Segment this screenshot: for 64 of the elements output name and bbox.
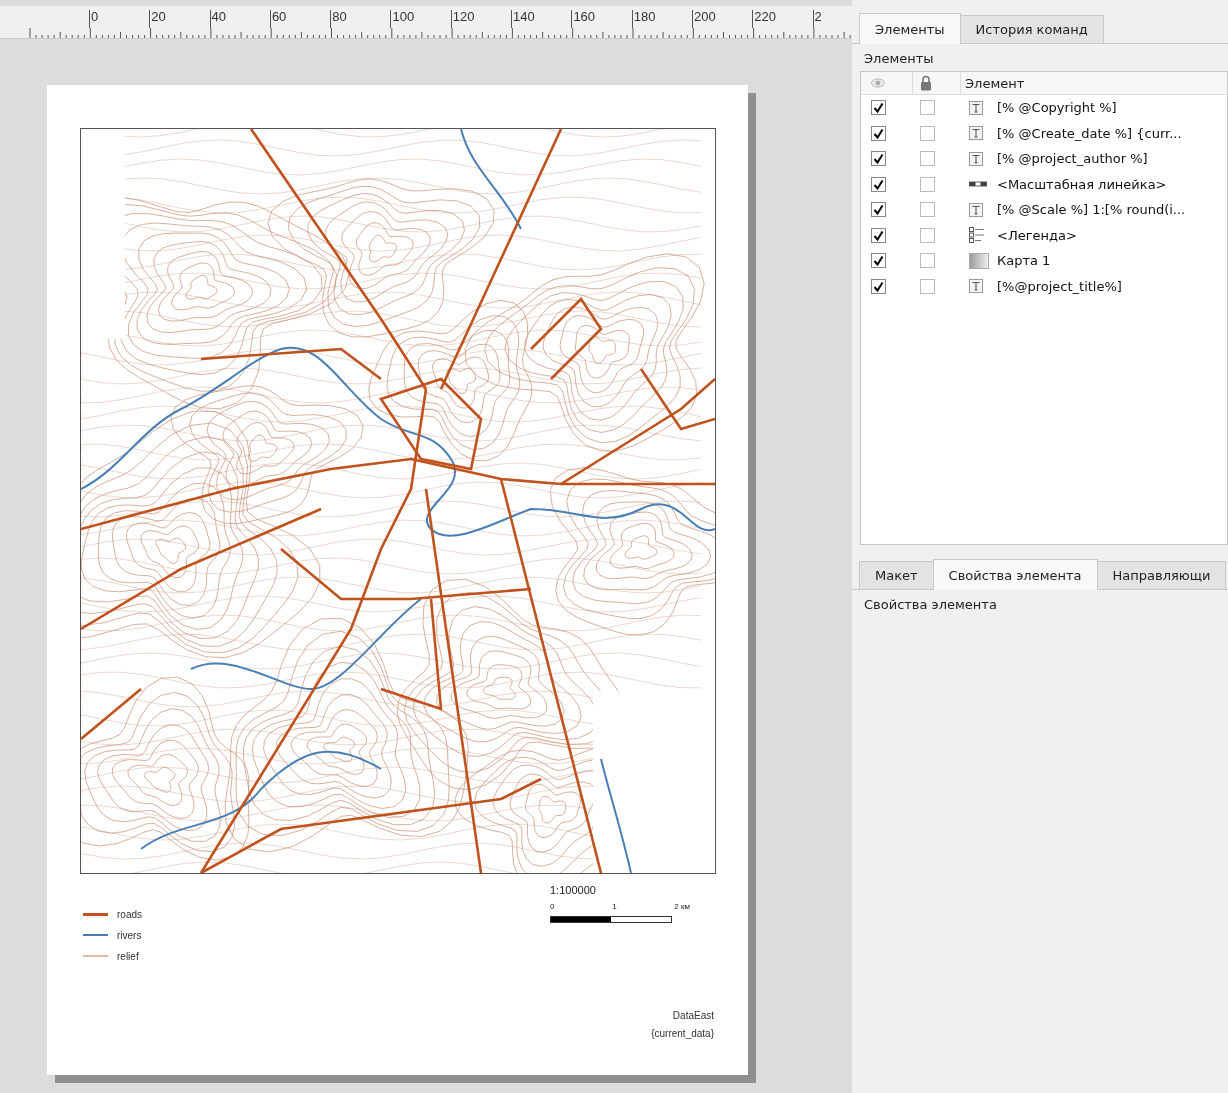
ruler-label: 120 — [450, 10, 512, 28]
scale-label: 2 км — [674, 902, 690, 911]
lock-checkbox[interactable] — [920, 227, 935, 243]
item-label[interactable]: [%@project_title%] — [997, 278, 1122, 294]
panel-heading: Свойства элемента — [863, 596, 998, 614]
tab[interactable]: Свойства элемента — [932, 559, 1098, 590]
text-item-icon — [969, 202, 983, 217]
lock-checkbox[interactable] — [920, 253, 935, 269]
text-item-icon — [969, 126, 983, 141]
lock-checkbox[interactable] — [920, 151, 935, 167]
item-label[interactable]: <Масштабная линейка> — [997, 176, 1167, 192]
ruler-label: 80 — [330, 10, 391, 28]
ruler-label: 0 — [89, 10, 150, 28]
legend-icon — [969, 227, 984, 244]
lock-checkbox[interactable] — [920, 100, 935, 116]
tab[interactable]: Элементы — [859, 13, 961, 44]
visibility-checkbox[interactable] — [871, 151, 886, 167]
eye-icon — [871, 78, 885, 88]
ruler-label: 100 — [390, 10, 451, 28]
ruler-label: 40 — [209, 10, 270, 28]
legend-label: roads — [117, 908, 142, 920]
visibility-checkbox[interactable] — [871, 125, 886, 141]
ruler-label: 60 — [269, 10, 331, 28]
visibility-checkbox[interactable] — [871, 227, 886, 243]
ruler-label: 200 — [691, 10, 753, 28]
scale-text: 1:100000 — [550, 884, 597, 896]
tab[interactable]: Направляющи — [1096, 561, 1227, 589]
footer-text: DataEast — [671, 1009, 714, 1023]
item-label[interactable]: [% @Copyright %] — [997, 100, 1117, 116]
ruler-label: 140 — [511, 10, 572, 28]
item-label[interactable]: [% @Scale %] 1:[% round(i... — [997, 202, 1186, 218]
visibility-checkbox[interactable] — [871, 253, 886, 269]
item-label[interactable]: <Легенда> — [997, 227, 1077, 243]
visibility-checkbox[interactable] — [871, 202, 886, 218]
ruler-label: 2 — [812, 10, 825, 28]
lock-checkbox[interactable] — [920, 278, 935, 294]
column-header: Элемент — [965, 75, 1025, 91]
tab[interactable]: История команд — [959, 15, 1104, 43]
legend-label: relief — [117, 950, 139, 962]
panel-heading: Элементы — [863, 50, 935, 68]
tab[interactable]: Макет — [859, 561, 934, 589]
lock-checkbox[interactable] — [920, 176, 935, 192]
ruler-label: 20 — [149, 10, 210, 28]
ruler-label: 180 — [631, 10, 692, 28]
visibility-checkbox[interactable] — [871, 176, 886, 192]
legend-label: rivers — [117, 929, 142, 941]
lock-checkbox[interactable] — [920, 125, 935, 141]
text-item-icon — [969, 151, 983, 166]
scale-label: 1 — [612, 902, 617, 911]
visibility-checkbox[interactable] — [871, 100, 886, 116]
item-label[interactable]: [% @Create_date %] {curr... — [997, 125, 1182, 141]
scalebar-icon — [969, 181, 987, 188]
text-item-icon — [969, 279, 983, 294]
map-item-icon — [969, 252, 989, 269]
text-item-icon — [969, 100, 983, 115]
item-label[interactable]: Карта 1 — [997, 253, 1051, 269]
ruler-label: 160 — [571, 10, 632, 28]
lock-checkbox[interactable] — [920, 202, 935, 218]
footer-text: {current_data} — [651, 1027, 714, 1041]
visibility-checkbox[interactable] — [871, 278, 886, 294]
lock-icon — [920, 75, 932, 91]
item-label[interactable]: [% @project_author %] — [997, 151, 1148, 167]
ruler-label: 220 — [752, 10, 813, 28]
scale-label: 0 — [550, 902, 555, 911]
